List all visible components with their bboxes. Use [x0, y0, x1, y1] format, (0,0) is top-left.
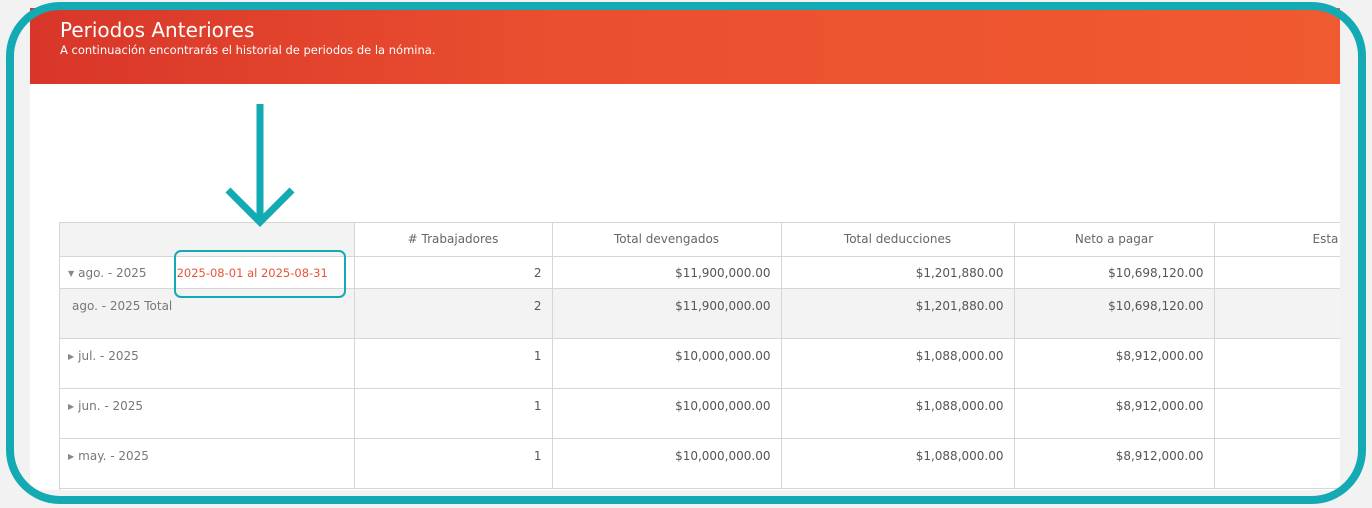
- annotation-frame: [6, 2, 1366, 504]
